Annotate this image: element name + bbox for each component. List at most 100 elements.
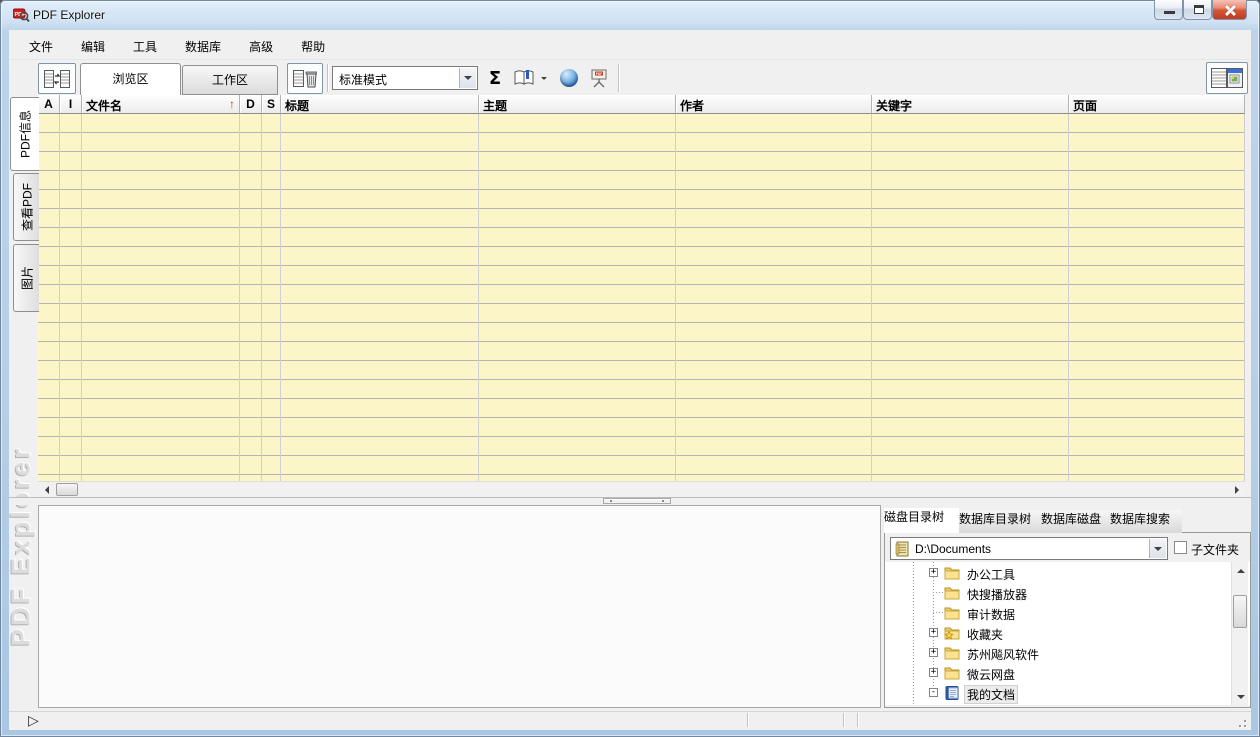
column-header-8[interactable]: 关键字	[872, 95, 1069, 114]
dir-tab-1[interactable]: 数据库目录树	[959, 510, 1041, 533]
tree-item-label[interactable]: 微云网盘	[964, 665, 1018, 684]
sum-icon: Σ	[489, 68, 501, 89]
tree-item-label[interactable]: 办公工具	[964, 565, 1018, 584]
statusbar-divider	[857, 713, 859, 727]
column-header-1[interactable]: I	[60, 95, 82, 114]
clear-workspace-button[interactable]	[287, 63, 323, 94]
hscroll-thumb[interactable]	[56, 483, 78, 496]
tab-browse-area[interactable]: 浏览区	[80, 63, 181, 96]
column-header-label: D	[246, 97, 255, 113]
tree-vscrollbar[interactable]	[1231, 562, 1248, 705]
side-tab-2[interactable]: 图片	[13, 244, 39, 312]
subfolder-checkbox[interactable]	[1174, 541, 1187, 554]
minimize-icon	[1164, 11, 1175, 14]
app-icon: PDF	[13, 7, 30, 23]
expand-plus-icon[interactable]: +	[929, 568, 938, 577]
menu-item-0[interactable]: 文件	[15, 30, 67, 62]
pdf-presenter-icon: PDF	[589, 68, 609, 88]
column-header-7[interactable]: 作者	[676, 95, 872, 114]
chevron-down-icon	[1154, 547, 1162, 551]
tree-item-label[interactable]: 我的文档	[964, 685, 1018, 704]
column-gridline	[871, 114, 872, 481]
splitter-grip[interactable]	[603, 498, 671, 504]
menu-item-5[interactable]: 帮助	[287, 30, 339, 62]
side-tab-0[interactable]: PDF信息	[10, 97, 39, 171]
statusbar-divider	[747, 713, 749, 727]
folder-icon	[944, 585, 960, 601]
column-gridline	[59, 114, 60, 481]
scroll-left-button[interactable]	[38, 482, 55, 497]
column-gridline	[1244, 114, 1245, 481]
collapse-minus-icon[interactable]: -	[929, 688, 938, 697]
path-combo-arrow[interactable]	[1149, 539, 1166, 558]
sum-button[interactable]: Σ	[483, 64, 507, 92]
tab-work-area[interactable]: 工作区	[182, 65, 278, 95]
web-button[interactable]	[556, 64, 582, 92]
column-header-2[interactable]: 文件名↑	[82, 95, 240, 114]
preview-panel	[38, 505, 881, 708]
resize-grip[interactable]	[1236, 717, 1248, 729]
expand-plus-icon[interactable]: +	[929, 628, 938, 637]
chevron-down-icon	[541, 77, 547, 80]
grid-body[interactable]	[38, 114, 1245, 481]
tree-item-2[interactable]: 审计数据	[885, 603, 1232, 623]
chevron-down-icon	[464, 76, 472, 80]
menu-item-3[interactable]: 数据库	[171, 30, 235, 62]
tree-item-5[interactable]: + 微云网盘	[885, 663, 1232, 683]
expand-plus-icon[interactable]: +	[929, 668, 938, 677]
dir-tab-2[interactable]: 数据库磁盘	[1041, 510, 1110, 533]
path-combo[interactable]: D:\Documents	[890, 537, 1168, 560]
column-header-label: I	[69, 97, 72, 113]
column-header-4[interactable]: S	[262, 95, 281, 114]
column-header-0[interactable]: A	[38, 95, 60, 114]
pdf-presenter-button[interactable]: PDF	[585, 64, 613, 92]
folder-star-icon	[944, 625, 960, 641]
tree-item-1[interactable]: 快搜播放器	[885, 583, 1232, 603]
subfolder-checkbox-label: 子文件夹	[1191, 541, 1239, 558]
tree-item-label[interactable]: 审计数据	[964, 605, 1018, 624]
tree-item-label[interactable]: 快搜播放器	[964, 585, 1030, 604]
column-header-5[interactable]: 标题	[281, 95, 479, 114]
vscroll-thumb[interactable]	[1233, 595, 1247, 628]
minimize-button[interactable]	[1154, 0, 1183, 20]
split-view-button[interactable]	[1206, 62, 1248, 94]
maximize-button[interactable]	[1183, 0, 1212, 20]
tree-item-label[interactable]: 收藏夹	[964, 625, 1006, 644]
grid-hscrollbar[interactable]	[38, 481, 1245, 497]
side-tab-1[interactable]: 查看PDF	[13, 173, 39, 241]
scroll-up-button[interactable]	[1232, 562, 1249, 579]
column-header-9[interactable]: 页面	[1069, 95, 1245, 114]
column-header-6[interactable]: 主题	[479, 95, 676, 114]
side-tab-label: 图片	[18, 266, 35, 290]
toolbar: 浏览区 工作区 标准模式 Σ	[9, 60, 1251, 95]
mode-select-value: 标准模式	[339, 71, 387, 88]
tree-item-6[interactable]: - 我的文档	[885, 683, 1232, 703]
menu-item-2[interactable]: 工具	[119, 30, 171, 62]
column-gridline	[81, 114, 82, 481]
folder-icon	[944, 605, 960, 621]
tab-work-area-label: 工作区	[212, 73, 248, 87]
column-header-3[interactable]: D	[240, 95, 262, 114]
close-button[interactable]	[1212, 0, 1247, 20]
scroll-right-button[interactable]	[1228, 482, 1245, 497]
menu-item-4[interactable]: 高级	[235, 30, 287, 62]
dir-tab-3[interactable]: 数据库搜索	[1110, 510, 1182, 533]
mode-select[interactable]: 标准模式	[332, 66, 478, 90]
column-gridline	[675, 114, 676, 481]
title-bar[interactable]: PDF PDF Explorer	[0, 0, 1260, 30]
column-header-label: 标题	[285, 97, 474, 113]
mode-select-arrow[interactable]	[459, 68, 476, 88]
folder-icon	[944, 665, 960, 681]
report-book-button[interactable]	[511, 64, 537, 92]
sync-views-button[interactable]	[38, 63, 76, 94]
tree-item-0[interactable]: + 办公工具	[885, 563, 1232, 583]
scroll-down-button[interactable]	[1232, 688, 1249, 705]
tree-item-label[interactable]: 苏州飚风软件	[964, 645, 1042, 664]
dir-tab-0[interactable]: 磁盘目录树	[884, 508, 959, 533]
menu-item-1[interactable]: 编辑	[67, 30, 119, 62]
tree-item-3[interactable]: + 收藏夹	[885, 623, 1232, 643]
expand-plus-icon[interactable]: +	[929, 648, 938, 657]
folder-icon	[944, 565, 960, 581]
tree-item-4[interactable]: + 苏州飚风软件	[885, 643, 1232, 663]
report-book-dropdown[interactable]	[537, 64, 551, 92]
